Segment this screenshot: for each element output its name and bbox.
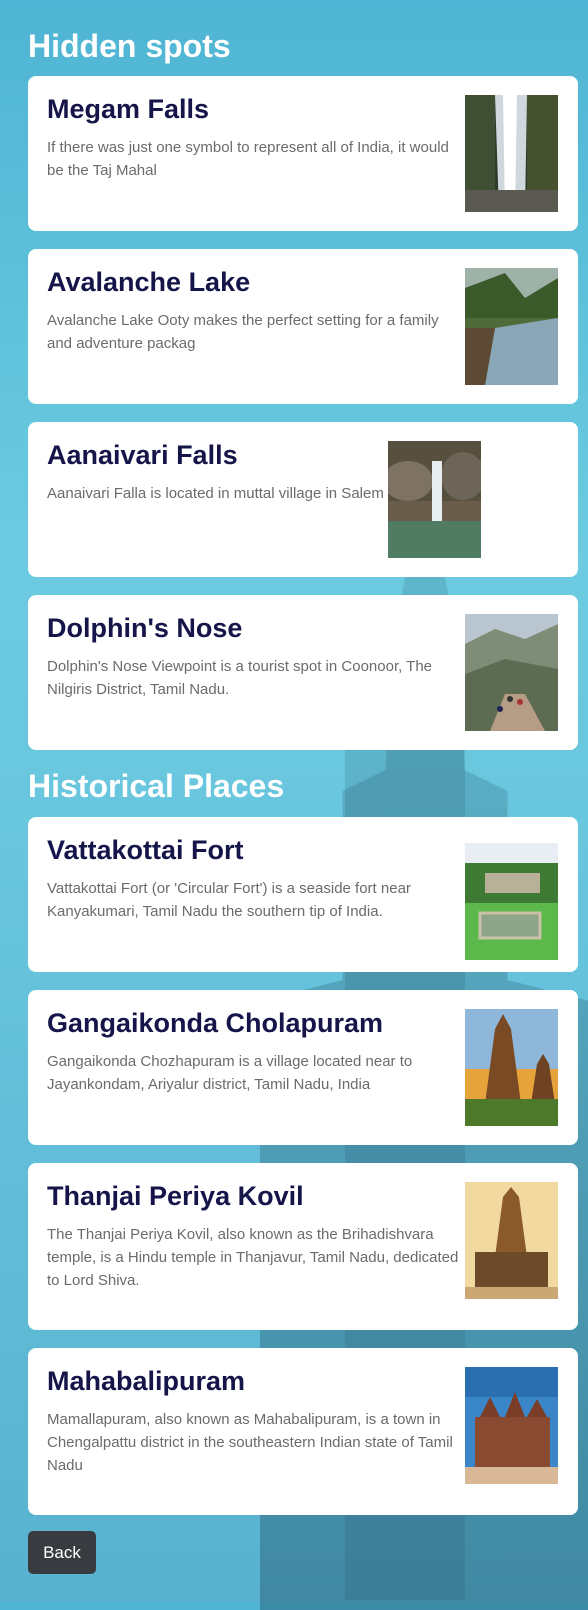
waterfall-rocks-image <box>388 441 481 558</box>
place-card-aanaivari-falls[interactable]: Aanaivari Falls Aanaivari Falla is locat… <box>28 422 578 577</box>
place-description: Mamallapuram, also known as Mahabalipura… <box>47 1411 453 1474</box>
fort-image <box>465 843 558 960</box>
waterfall-image <box>465 95 558 212</box>
place-card-thanjai-periya-kovil[interactable]: Thanjai Periya Kovil The Thanjai Periya … <box>28 1163 578 1330</box>
place-description: Avalanche Lake Ooty makes the perfect se… <box>47 312 439 352</box>
place-description: Dolphin's Nose Viewpoint is a tourist sp… <box>47 658 433 698</box>
place-card-dolphins-nose[interactable]: Dolphin's Nose Dolphin's Nose Viewpoint … <box>28 595 578 750</box>
shore-temple-image <box>465 1367 558 1484</box>
place-description: Vattakottai Fort (or 'Circular Fort') is… <box>47 880 411 920</box>
place-card-avalanche-lake[interactable]: Avalanche Lake Avalanche Lake Ooty makes… <box>28 249 578 404</box>
place-card-mahabalipuram[interactable]: Mahabalipuram Mamallapuram, also known a… <box>28 1348 578 1515</box>
section-title-hidden-spots: Hidden spots <box>28 28 231 64</box>
temple-sunset-image <box>465 1009 558 1126</box>
place-title: Dolphin's Nose <box>47 613 243 643</box>
place-card-gangaikonda-cholapuram[interactable]: Gangaikonda Cholapuram Gangaikonda Chozh… <box>28 990 578 1145</box>
place-card-megam-falls[interactable]: Megam Falls If there was just one symbol… <box>28 76 578 231</box>
place-description: The Thanjai Periya Kovil, also known as … <box>47 1226 459 1289</box>
place-title: Gangaikonda Cholapuram <box>47 1008 384 1038</box>
place-title: Megam Falls <box>47 94 210 124</box>
place-title: Vattakottai Fort <box>47 835 244 865</box>
place-card-vattakottai-fort[interactable]: Vattakottai Fort Vattakottai Fort (or 'C… <box>28 817 578 972</box>
temple-image <box>465 1182 558 1299</box>
lake-image <box>465 268 558 385</box>
place-description: Gangaikonda Chozhapuram is a village loc… <box>47 1053 413 1093</box>
section-title-historical-places: Historical Places <box>28 768 285 804</box>
place-title: Aanaivari Falls <box>47 440 238 470</box>
back-button[interactable]: Back <box>28 1531 96 1574</box>
place-title: Thanjai Periya Kovil <box>47 1181 304 1211</box>
place-title: Avalanche Lake <box>47 267 251 297</box>
place-description: If there was just one symbol to represen… <box>47 139 449 179</box>
place-title: Mahabalipuram <box>47 1366 246 1396</box>
viewpoint-image <box>465 614 558 731</box>
